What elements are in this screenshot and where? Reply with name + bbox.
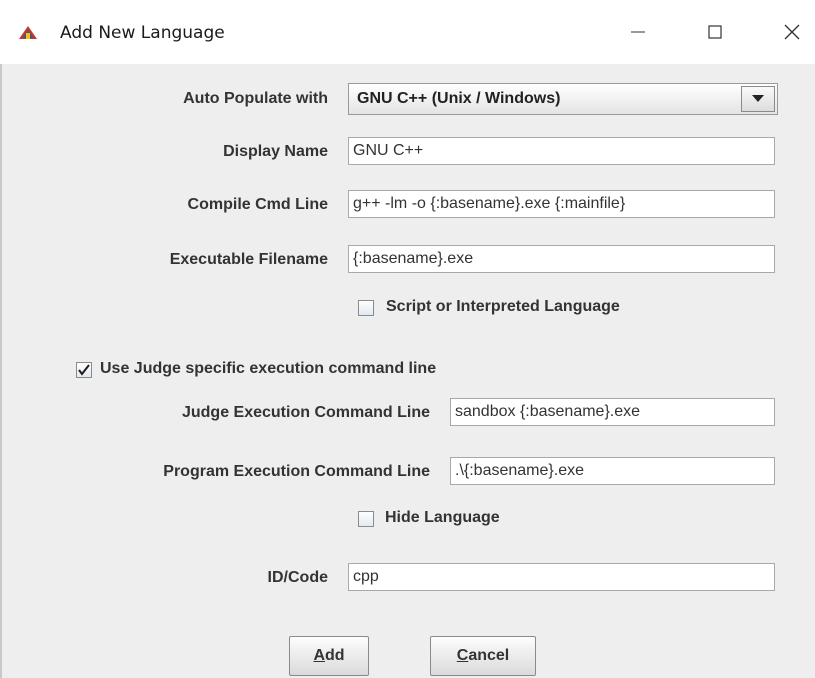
use-judge-label: Use Judge specific execution command lin… bbox=[100, 360, 437, 377]
minimize-icon bbox=[631, 31, 645, 33]
compile-cmd-field[interactable]: g++ -lm -o {:basename}.exe {:mainfile} bbox=[348, 190, 775, 218]
maximize-icon bbox=[708, 25, 722, 39]
window-title: Add New Language bbox=[60, 23, 225, 43]
close-button[interactable] bbox=[769, 12, 815, 52]
cancel-mnemonic: C bbox=[456, 647, 469, 664]
add-mnemonic: A bbox=[313, 647, 325, 664]
cancel-button-label: ancel bbox=[468, 647, 510, 664]
add-button-label: dd bbox=[325, 647, 345, 664]
exec-filename-label: Executable Filename bbox=[169, 251, 328, 268]
judge-exec-label: Judge Execution Command Line bbox=[181, 404, 430, 421]
add-button[interactable]: Add bbox=[289, 636, 369, 676]
app-icon bbox=[19, 26, 37, 39]
title-bar: Add New Language bbox=[0, 0, 815, 64]
id-code-field[interactable]: cpp bbox=[348, 563, 775, 591]
program-exec-field[interactable]: .\{:basename}.exe bbox=[450, 457, 775, 485]
judge-exec-field[interactable]: sandbox {:basename}.exe bbox=[450, 398, 775, 426]
chevron-down-icon bbox=[752, 95, 764, 102]
window-border bbox=[0, 64, 2, 678]
hide-language-checkbox[interactable] bbox=[358, 511, 374, 527]
script-label: Script or Interpreted Language bbox=[386, 298, 620, 315]
auto-populate-label: Auto Populate with bbox=[183, 90, 328, 107]
auto-populate-select[interactable]: GNU C++ (Unix / Windows) bbox=[348, 83, 778, 115]
program-exec-label: Program Execution Command Line bbox=[163, 463, 430, 480]
close-icon bbox=[784, 24, 800, 40]
checkmark-icon bbox=[78, 364, 90, 376]
hide-language-label: Hide Language bbox=[385, 509, 500, 526]
auto-populate-value: GNU C++ (Unix / Windows) bbox=[357, 90, 561, 107]
display-name-label: Display Name bbox=[223, 143, 328, 160]
display-name-field[interactable]: GNU C++ bbox=[348, 137, 775, 165]
id-code-label: ID/Code bbox=[267, 569, 328, 586]
compile-cmd-label: Compile Cmd Line bbox=[187, 196, 328, 213]
minimize-button[interactable] bbox=[615, 12, 661, 52]
maximize-button[interactable] bbox=[692, 12, 738, 52]
use-judge-checkbox[interactable] bbox=[76, 362, 92, 378]
script-checkbox[interactable] bbox=[358, 300, 374, 316]
dropdown-button[interactable] bbox=[741, 86, 775, 112]
exec-filename-field[interactable]: {:basename}.exe bbox=[348, 245, 775, 273]
cancel-button[interactable]: Cancel bbox=[430, 636, 536, 676]
